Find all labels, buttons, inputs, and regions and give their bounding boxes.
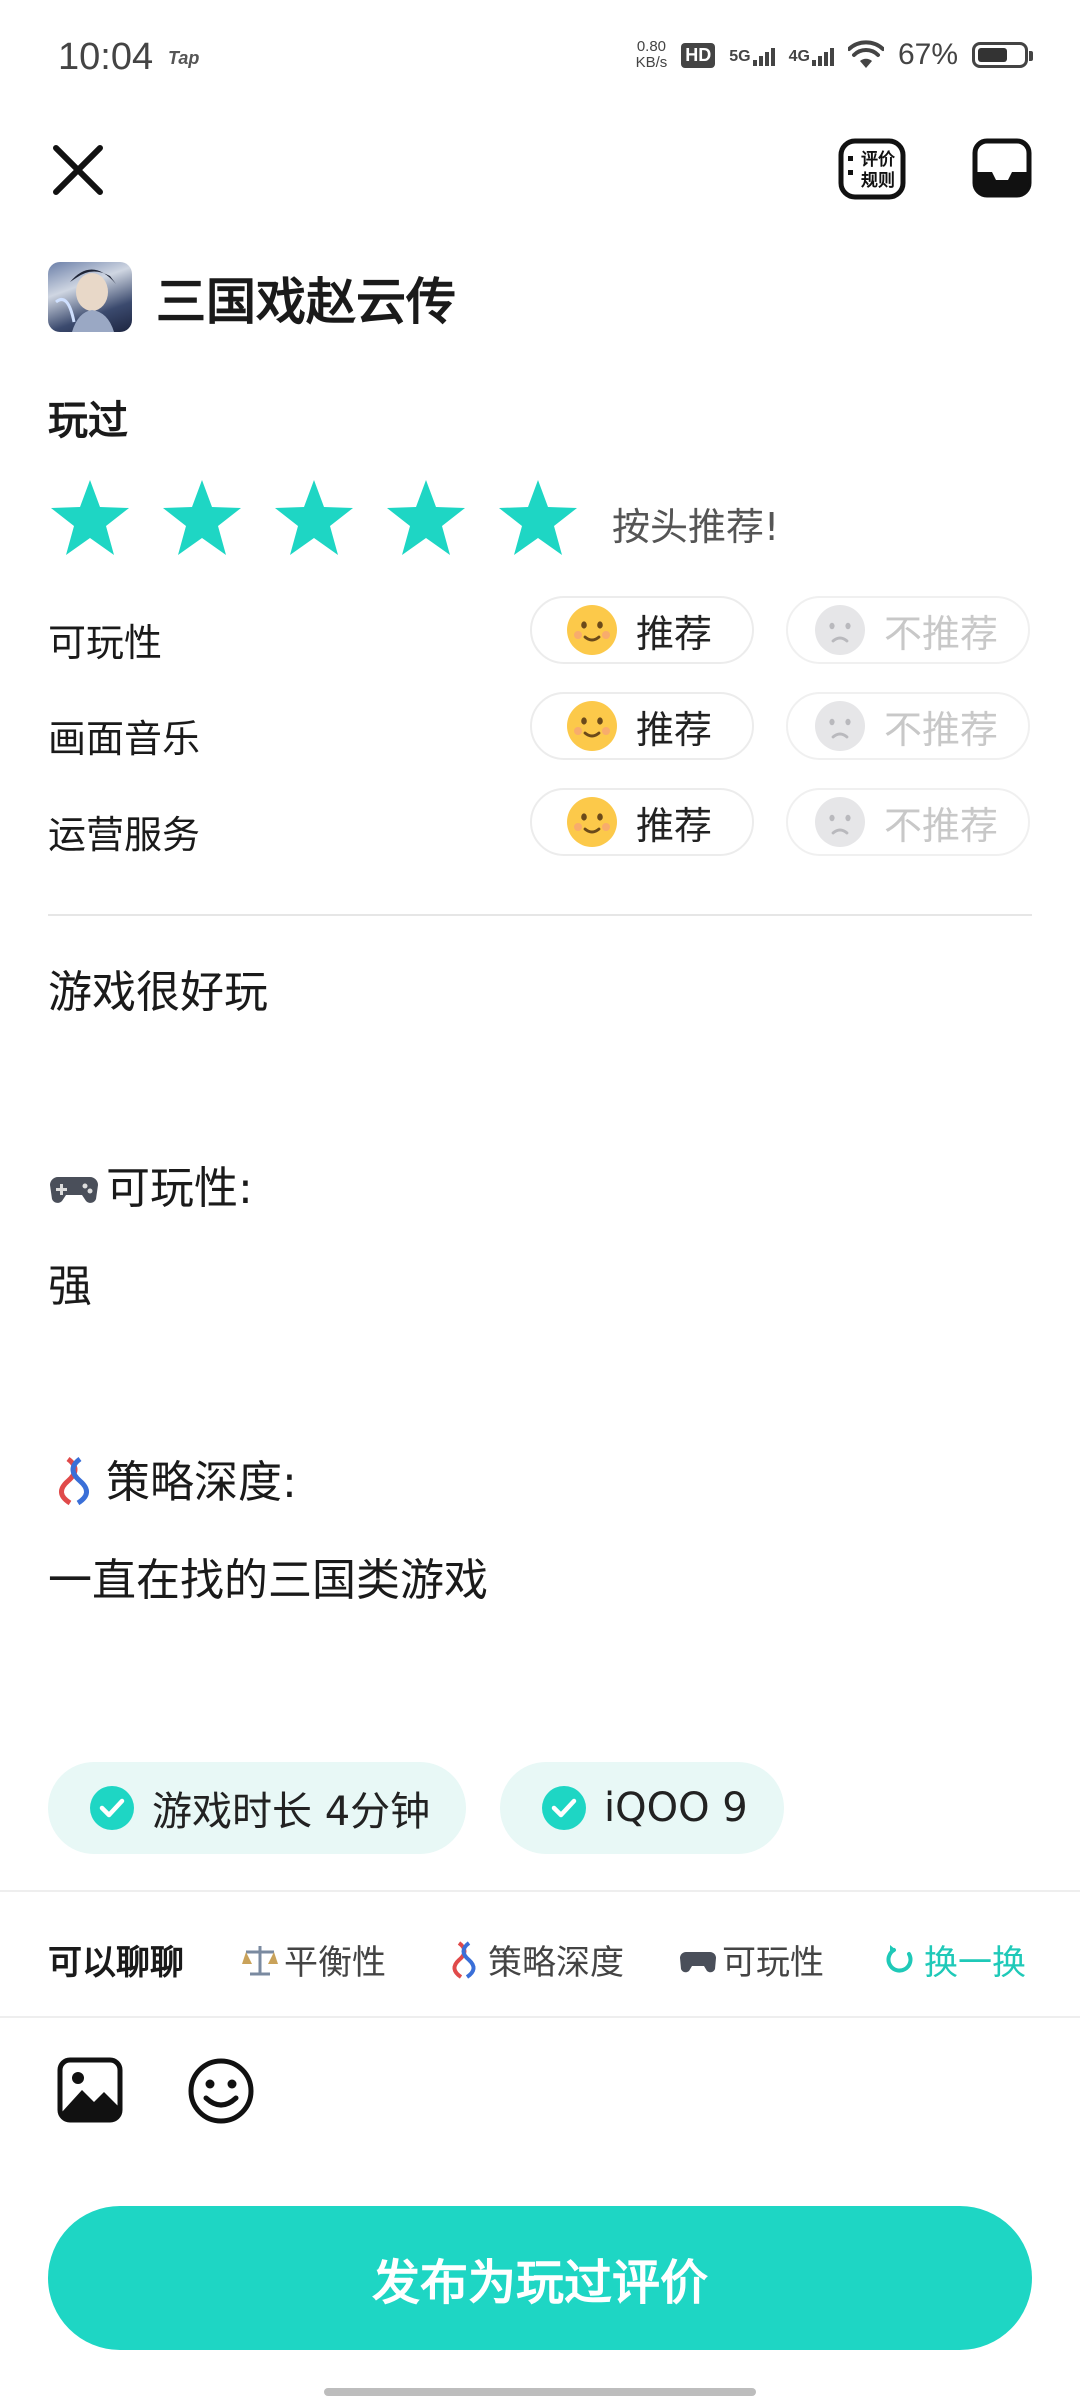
aspect-label: 运营服务 <box>48 813 201 857</box>
review-text-line[interactable]: 游戏很好玩 <box>48 956 268 1020</box>
refresh-topics-button[interactable]: 换一换 <box>882 1935 1026 1984</box>
review-section-title: 可玩性: <box>48 1152 253 1216</box>
star-icon[interactable] <box>48 478 132 558</box>
not-recommend-button[interactable]: 不推荐 <box>786 692 1030 760</box>
recommend-button[interactable]: 推荐 <box>530 596 754 664</box>
review-rules-button[interactable]: 评价 规则 <box>838 138 906 200</box>
sad-face-icon <box>815 701 865 751</box>
aspect-label: 画面音乐 <box>48 717 201 761</box>
status-icons: 0.80 KB/s HD 5G 4G 67% <box>635 38 1033 72</box>
refresh-icon <box>886 1944 913 1972</box>
star-rating[interactable] <box>48 478 580 558</box>
played-label: 玩过 <box>48 398 128 444</box>
tag-play-time[interactable]: 游戏时长 4分钟 <box>48 1762 467 1854</box>
check-circle-icon <box>542 1786 586 1830</box>
image-upload-icon[interactable] <box>56 2056 124 2124</box>
tap-logo: Tap <box>168 48 200 68</box>
hd-badge: HD <box>681 42 716 68</box>
star-icon[interactable] <box>160 478 244 558</box>
recommend-button[interactable]: 推荐 <box>530 788 754 856</box>
smile-face-icon <box>567 605 617 655</box>
battery-percent: 67% <box>897 38 958 71</box>
tag-device[interactable]: iQOO 9 <box>500 1762 784 1854</box>
not-recommend-button[interactable]: 不推荐 <box>786 788 1030 856</box>
wifi-icon <box>847 40 884 68</box>
status-time: 10:04 <box>58 36 154 78</box>
home-indicator <box>324 2388 756 2396</box>
recommend-button[interactable]: 推荐 <box>530 692 754 760</box>
scale-icon <box>242 1945 278 1975</box>
rules-label-line2: 规则 <box>861 170 895 191</box>
chat-title: 可以聊聊 <box>48 1943 184 1983</box>
net-speed: 0.80 KB/s <box>635 38 668 71</box>
review-section-title: 策略深度: <box>48 1446 297 1510</box>
battery-icon <box>972 42 1033 68</box>
signal-5g-icon: 5G <box>729 44 775 66</box>
game-title: 三国戏赵云传 <box>156 273 456 331</box>
chat-topic-balance[interactable]: 平衡性 <box>240 1935 386 1984</box>
game-icon <box>48 262 132 332</box>
smile-face-icon <box>567 701 617 751</box>
star-icon[interactable] <box>272 478 356 558</box>
emoji-icon[interactable] <box>186 2056 256 2126</box>
strategy-knot-icon <box>452 1940 476 1979</box>
close-icon[interactable] <box>48 140 108 200</box>
divider <box>48 914 1032 916</box>
smile-face-icon <box>567 797 617 847</box>
not-recommend-button[interactable]: 不推荐 <box>786 596 1030 664</box>
chat-topic-strategy[interactable]: 策略深度 <box>444 1935 624 1984</box>
star-icon[interactable] <box>384 478 468 558</box>
star-icon[interactable] <box>496 478 580 558</box>
review-rules-icon: 评价 规则 <box>838 138 906 200</box>
aspect-label: 可玩性 <box>48 621 163 665</box>
check-circle-icon <box>90 1786 134 1830</box>
sad-face-icon <box>815 605 865 655</box>
rating-text: 按头推荐! <box>612 505 780 549</box>
review-section-text[interactable]: 一直在找的三国类游戏 <box>48 1544 488 1608</box>
strategy-knot-icon <box>59 1456 89 1506</box>
review-section-text[interactable]: 强 <box>48 1250 92 1314</box>
gamepad-icon <box>50 1177 98 1203</box>
publish-review-button[interactable]: 发布为玩过评价 <box>48 2206 1032 2350</box>
signal-4g-icon: 4G <box>789 44 834 66</box>
rules-label-line1: 评价 <box>861 150 896 170</box>
sad-face-icon <box>815 797 865 847</box>
message-box-icon[interactable] <box>972 138 1032 198</box>
gamepad-icon <box>680 1951 716 1972</box>
chat-topic-playability[interactable]: 可玩性 <box>678 1935 824 1984</box>
